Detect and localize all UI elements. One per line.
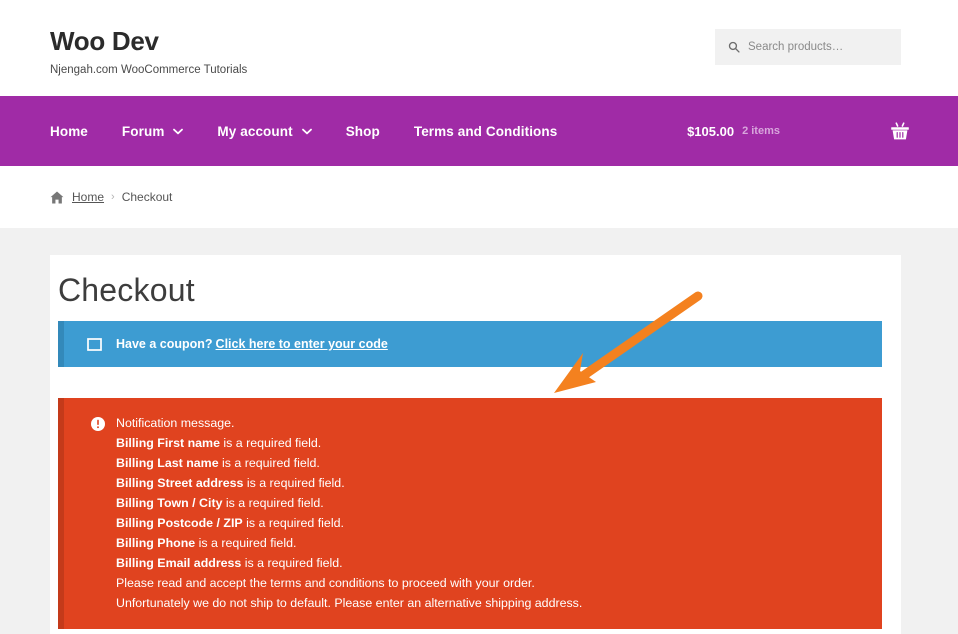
breadcrumb-separator: ›	[111, 191, 115, 203]
search-icon	[728, 41, 740, 53]
error-message: Please read and accept the terms and con…	[116, 573, 882, 593]
nav-item-label: Shop	[345, 123, 380, 139]
nav-item-home[interactable]: Home	[50, 124, 88, 139]
breadcrumb-home-link[interactable]: Home	[72, 190, 104, 204]
cart-total-amount: $105.00	[687, 123, 735, 139]
cart-summary[interactable]: $105.00 2 items	[687, 96, 910, 166]
error-message-text: is a required field.	[219, 436, 322, 450]
error-message-field: Billing Postcode / ZIP	[116, 516, 243, 530]
breadcrumb: Home › Checkout	[0, 166, 958, 228]
error-message: Billing First name is a required field.	[116, 433, 882, 453]
error-message-text: is a required field.	[242, 516, 344, 530]
error-message: Billing Phone is a required field.	[116, 533, 882, 553]
coupon-ticket-icon	[87, 337, 102, 351]
nav-item-label: Forum	[121, 123, 165, 139]
search-input[interactable]	[748, 41, 888, 53]
error-message-text: is a required field.	[222, 496, 324, 510]
error-message: Billing Last name is a required field.	[116, 453, 882, 473]
coupon-prompt-text: Have a coupon?	[116, 337, 213, 351]
error-message: Billing Email address is a required fiel…	[116, 553, 882, 573]
site-header: Woo Dev Njengah.com WooCommerce Tutorial…	[0, 0, 958, 96]
error-message-field: Billing First name	[116, 436, 220, 450]
error-message-list: Notification message. Billing First name…	[87, 413, 882, 613]
error-message-field: Billing Street address	[116, 476, 244, 490]
chevron-down-icon	[173, 128, 184, 134]
brand-block: Woo Dev Njengah.com WooCommerce Tutorial…	[50, 26, 247, 77]
product-search-box[interactable]	[715, 29, 901, 65]
coupon-enter-code-link[interactable]: Click here to enter your code	[216, 337, 388, 351]
error-message-text: is a required field.	[195, 536, 297, 550]
home-icon[interactable]	[50, 191, 64, 204]
error-message: Unfortunately we do not ship to default.…	[116, 593, 882, 613]
error-message: Billing Street address is a required fie…	[116, 473, 882, 493]
shopping-basket-icon[interactable]	[890, 121, 910, 141]
chevron-down-icon	[301, 128, 312, 134]
nav-item-terms-and-conditions[interactable]: Terms and Conditions	[414, 124, 558, 139]
error-message-text: Notification message.	[116, 416, 235, 430]
nav-item-forum[interactable]: Forum	[122, 124, 184, 139]
primary-navigation: Home Forum My account Shop Terms and Con…	[0, 96, 958, 166]
error-message: Billing Postcode / ZIP is a required fie…	[116, 513, 882, 533]
error-message-field: Billing Phone	[116, 536, 196, 550]
nav-item-shop[interactable]: Shop	[346, 124, 380, 139]
error-message-text: is a required field.	[243, 476, 345, 490]
page-title: Checkout	[58, 272, 195, 308]
nav-item-my-account[interactable]: My account	[217, 123, 312, 139]
coupon-notice[interactable]: Have a coupon? Click here to enter your …	[58, 321, 882, 367]
error-message-text: Please read and accept the terms and con…	[116, 576, 535, 590]
error-message-text: is a required field.	[241, 556, 343, 570]
nav-item-label: Terms and Conditions	[413, 123, 558, 139]
exclamation-circle-icon	[91, 417, 105, 431]
site-title[interactable]: Woo Dev	[50, 26, 247, 56]
breadcrumb-current-page: Checkout	[121, 190, 173, 204]
error-message-text: is a required field.	[218, 456, 320, 470]
checkout-content-card: Checkout Have a coupon? Click here to en…	[50, 255, 901, 634]
error-message-field: Billing Last name	[116, 456, 219, 470]
nav-item-label: Home	[50, 123, 88, 139]
nav-item-label: My account	[217, 123, 293, 139]
error-notice: Notification message. Billing First name…	[58, 398, 882, 629]
cart-item-count: 2 items	[742, 125, 780, 137]
error-message-field: Billing Town / City	[116, 496, 223, 510]
error-message: Billing Town / City is a required field.	[116, 493, 882, 513]
error-message: Notification message.	[116, 413, 882, 433]
nav-links: Home Forum My account Shop Terms and Con…	[50, 96, 557, 166]
error-message-text: Unfortunately we do not ship to default.…	[116, 596, 583, 610]
site-tagline: Njengah.com WooCommerce Tutorials	[50, 64, 248, 76]
error-message-field: Billing Email address	[116, 556, 242, 570]
